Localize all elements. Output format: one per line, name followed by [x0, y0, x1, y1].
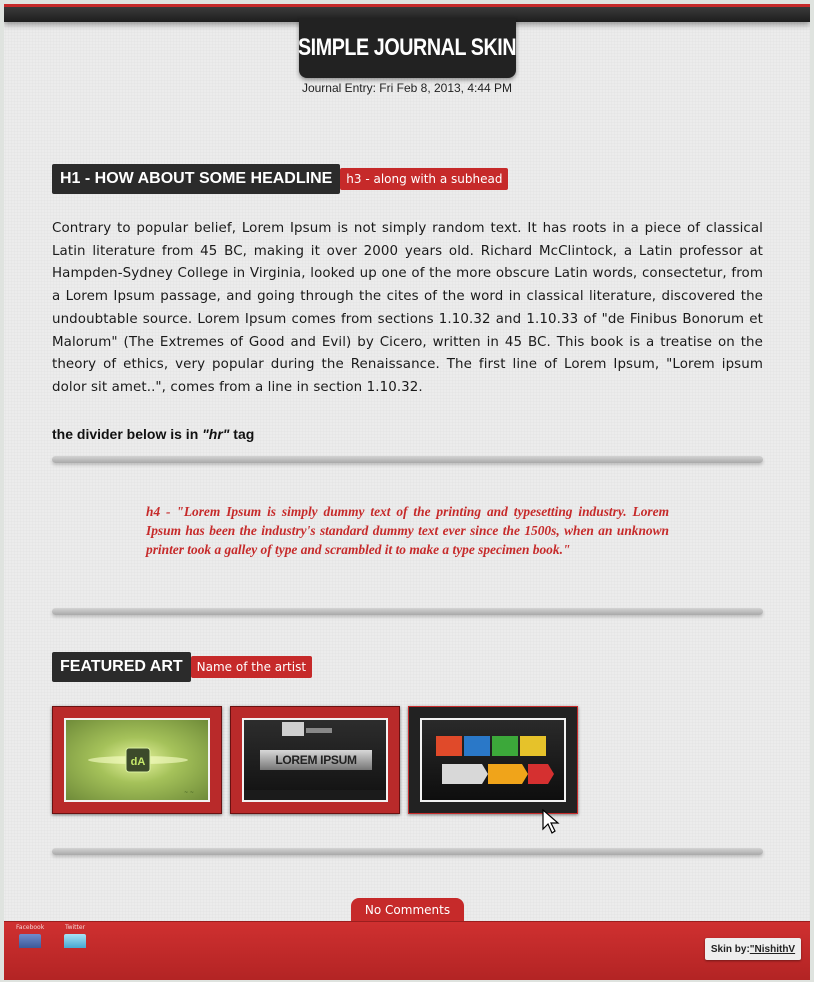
facebook-button[interactable]: Facebook [16, 924, 44, 948]
da-logo-icon: dA ~ ~ [88, 747, 194, 796]
journal-page: SIMPLE JOURNAL SKIN Journal Entry: Fri F… [4, 4, 810, 980]
skin-author-link[interactable]: "NishithV [750, 944, 795, 955]
hr-divider [52, 848, 763, 855]
mouse-pointer-icon [542, 809, 560, 834]
hr-divider [52, 608, 763, 615]
divider-note-tag: "hr" [202, 426, 230, 442]
thumbnail-infographic-art[interactable] [408, 706, 578, 814]
no-comments-tab[interactable]: No Comments [351, 898, 464, 922]
thumbnail-green-da-art[interactable]: dA ~ ~ [52, 706, 222, 814]
facebook-label: Facebook [16, 924, 45, 931]
hr-divider [52, 456, 763, 463]
h3-subhead: h3 - along with a subhead [340, 168, 509, 190]
lorem-ipsum-plate: LOREM IPSUM [260, 750, 372, 770]
h4-quote: h4 - "Lorem Ipsum is simply dummy text o… [146, 504, 669, 557]
skin-credit: Skin by: "NishithV [705, 938, 801, 960]
journal-date: Journal Entry: Fri Feb 8, 2013, 4:44 PM [301, 81, 513, 95]
thumbnail-lorem-ipsum-art[interactable]: LOREM IPSUM [230, 706, 400, 814]
headline-row: H1 - HOW ABOUT SOME HEADLINE h3 - along … [52, 164, 509, 194]
thumbnail-image [420, 718, 566, 802]
twitter-label: Twitter [64, 924, 86, 931]
twitter-icon [64, 934, 86, 948]
svg-text:~ ~: ~ ~ [184, 790, 194, 796]
twitter-button[interactable]: Twitter [64, 924, 86, 948]
footer-bar: Facebook Twitter Skin by: "NishithV [4, 921, 810, 980]
page-title: SIMPLE JOURNAL SKIN [298, 34, 517, 61]
artist-name-link[interactable]: Name of the artist [190, 656, 313, 678]
featured-art-header: FEATURED ART Name of the artist [52, 652, 313, 682]
divider-note-prefix: the divider below is in [52, 426, 203, 442]
divider-note-suffix: tag [229, 426, 255, 442]
facebook-icon [19, 934, 42, 948]
thumbnail-image: LOREM IPSUM [242, 718, 388, 802]
divider-note: the divider below is in "hr" tag [52, 426, 254, 442]
thumbnail-image: dA ~ ~ [64, 718, 210, 802]
title-banner: SIMPLE JOURNAL SKIN [298, 18, 517, 78]
h1-headline: H1 - HOW ABOUT SOME HEADLINE [52, 164, 341, 194]
article-body: Contrary to popular belief, Lorem Ipsum … [52, 221, 763, 395]
featured-art-title: FEATURED ART [52, 652, 191, 682]
skin-by-label: Skin by: [710, 943, 750, 955]
infographic-icon [436, 736, 554, 784]
svg-text:dA: dA [131, 756, 146, 768]
